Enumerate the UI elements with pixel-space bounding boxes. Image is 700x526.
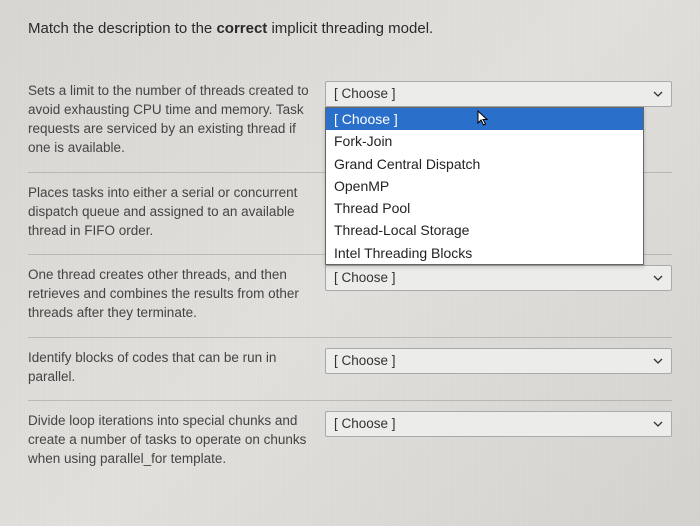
select-wrap: [ Choose ] — [325, 411, 672, 437]
description-text: Places tasks into either a serial or con… — [28, 183, 313, 240]
chevron-down-icon — [653, 90, 663, 98]
select-value: [ Choose ] — [334, 416, 396, 431]
match-row: Divide loop iterations into special chun… — [28, 401, 672, 482]
dropdown-option[interactable]: [ Choose ] — [326, 108, 643, 130]
choice-select[interactable]: [ Choose ] — [325, 265, 672, 291]
description-text: Divide loop iterations into special chun… — [28, 411, 313, 468]
question-container: Match the description to the correct imp… — [0, 0, 700, 500]
select-value: [ Choose ] — [334, 353, 396, 368]
select-wrap: [ Choose ] [ Choose ]Fork-JoinGrand Cent… — [325, 81, 672, 107]
match-rows: Sets a limit to the number of threads cr… — [28, 71, 672, 482]
dropdown-option[interactable]: Intel Threading Blocks — [326, 242, 643, 264]
dropdown-option[interactable]: Grand Central Dispatch — [326, 153, 643, 175]
question-title: Match the description to the correct imp… — [28, 20, 672, 37]
description-text: Identify blocks of codes that can be run… — [28, 348, 313, 386]
title-prefix: Match the description to the — [28, 20, 216, 37]
match-row: Identify blocks of codes that can be run… — [28, 338, 672, 401]
choice-select[interactable]: [ Choose ] — [325, 411, 672, 437]
dropdown-option[interactable]: OpenMP — [326, 175, 643, 197]
description-text: One thread creates other threads, and th… — [28, 265, 313, 322]
title-suffix: implicit threading model. — [267, 20, 433, 37]
dropdown-option[interactable]: Fork-Join — [326, 130, 643, 152]
chevron-down-icon — [653, 357, 663, 365]
chevron-down-icon — [653, 420, 663, 428]
title-bold: correct — [216, 20, 267, 37]
choice-select[interactable]: [ Choose ] — [325, 81, 672, 107]
dropdown-option[interactable]: Thread-Local Storage — [326, 219, 643, 241]
select-value: [ Choose ] — [334, 86, 396, 101]
description-text: Sets a limit to the number of threads cr… — [28, 81, 313, 158]
chevron-down-icon — [653, 274, 663, 282]
select-value: [ Choose ] — [334, 270, 396, 285]
dropdown-option[interactable]: Thread Pool — [326, 197, 643, 219]
match-row: Sets a limit to the number of threads cr… — [28, 71, 672, 173]
select-wrap: [ Choose ] — [325, 265, 672, 291]
dropdown-panel: [ Choose ]Fork-JoinGrand Central Dispatc… — [325, 107, 644, 265]
choice-select[interactable]: [ Choose ] — [325, 348, 672, 374]
select-wrap: [ Choose ] — [325, 348, 672, 374]
match-row: One thread creates other threads, and th… — [28, 255, 672, 337]
